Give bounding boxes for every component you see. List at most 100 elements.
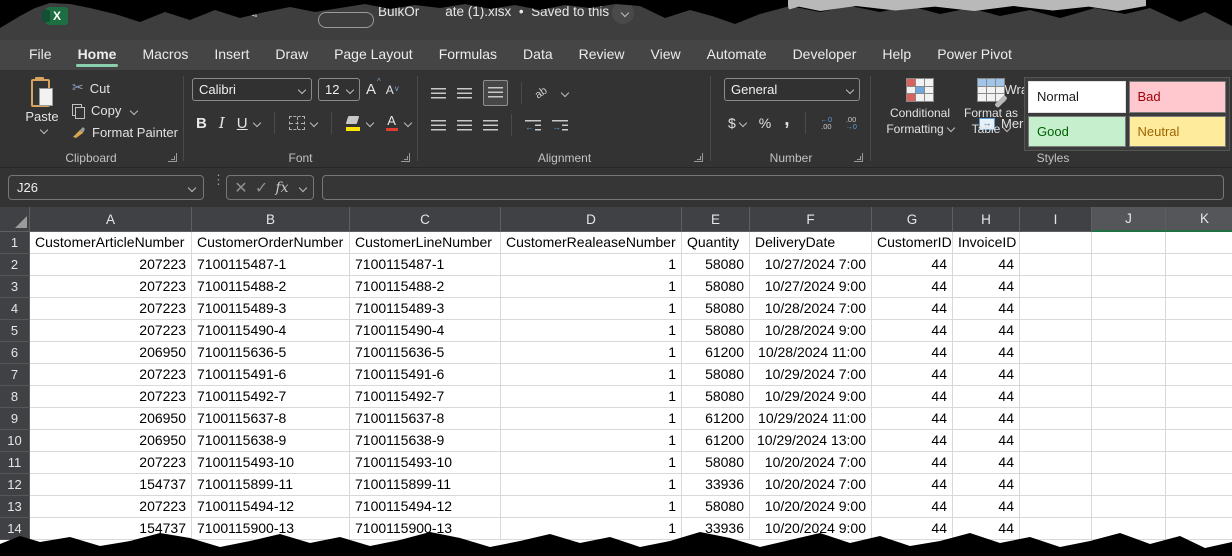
name-box[interactable]: J26 bbox=[8, 175, 204, 200]
column-header-J[interactable]: J bbox=[1092, 207, 1166, 232]
cell-E4[interactable]: 58080 bbox=[682, 298, 750, 320]
cell-B13[interactable]: 7100115494-12 bbox=[192, 496, 350, 518]
cell-H2[interactable]: 44 bbox=[953, 254, 1020, 276]
cell-K7[interactable] bbox=[1166, 364, 1232, 386]
cell-D6[interactable]: 1 bbox=[501, 342, 682, 364]
cell-G14[interactable]: 44 bbox=[872, 518, 953, 540]
cell-A6[interactable]: 206950 bbox=[30, 342, 192, 364]
cell-H9[interactable]: 44 bbox=[953, 408, 1020, 430]
row-header-5[interactable]: 5 bbox=[0, 320, 30, 342]
cell-D11[interactable]: 1 bbox=[501, 452, 682, 474]
increase-decimal-button[interactable]: ←0.00 bbox=[821, 116, 833, 130]
cell-I4[interactable] bbox=[1020, 298, 1092, 320]
cell-F3[interactable]: 10/27/2024 9:00 bbox=[750, 276, 872, 298]
row-header-12[interactable]: 12 bbox=[0, 474, 30, 496]
tab-developer[interactable]: Developer bbox=[780, 40, 870, 70]
tab-home[interactable]: Home bbox=[65, 40, 130, 70]
bottom-align-button[interactable] bbox=[483, 80, 508, 106]
cell-I5[interactable] bbox=[1020, 320, 1092, 342]
cell-D4[interactable]: 1 bbox=[501, 298, 682, 320]
font-size-combo[interactable]: 12 bbox=[318, 78, 360, 101]
pencil-icon[interactable]: ✎ bbox=[246, 4, 259, 22]
cell-I2[interactable] bbox=[1020, 254, 1092, 276]
cell-K11[interactable] bbox=[1166, 452, 1232, 474]
cell-B12[interactable]: 7100115899-11 bbox=[192, 474, 350, 496]
cell-A5[interactable]: 207223 bbox=[30, 320, 192, 342]
cell-A2[interactable]: 207223 bbox=[30, 254, 192, 276]
cell-A1[interactable]: CustomerArticleNumber bbox=[30, 232, 192, 254]
cell-C6[interactable]: 7100115636-5 bbox=[350, 342, 501, 364]
cell-C10[interactable]: 7100115638-9 bbox=[350, 430, 501, 452]
cell-K13[interactable] bbox=[1166, 496, 1232, 518]
italic-button[interactable]: I bbox=[219, 114, 225, 132]
cell-I7[interactable] bbox=[1020, 364, 1092, 386]
cell-G1[interactable]: CustomerID bbox=[872, 232, 953, 254]
row-header-1[interactable]: 1 bbox=[0, 232, 30, 254]
cell-J11[interactable] bbox=[1092, 452, 1166, 474]
cell-G6[interactable]: 44 bbox=[872, 342, 953, 364]
cell-D3[interactable]: 1 bbox=[501, 276, 682, 298]
row-header-7[interactable]: 7 bbox=[0, 364, 30, 386]
cell-H6[interactable]: 44 bbox=[953, 342, 1020, 364]
cell-E5[interactable]: 58080 bbox=[682, 320, 750, 342]
align-right-button[interactable] bbox=[483, 120, 498, 131]
cell-J7[interactable] bbox=[1092, 364, 1166, 386]
cell-C5[interactable]: 7100115490-4 bbox=[350, 320, 501, 342]
cell-E11[interactable]: 58080 bbox=[682, 452, 750, 474]
copy-button[interactable]: Copy bbox=[72, 103, 178, 118]
cell-D10[interactable]: 1 bbox=[501, 430, 682, 452]
cell-I1[interactable] bbox=[1020, 232, 1092, 254]
cell-E13[interactable]: 58080 bbox=[682, 496, 750, 518]
increase-font-size-button[interactable]: A^ bbox=[366, 81, 380, 98]
cell-G5[interactable]: 44 bbox=[872, 320, 953, 342]
style-good[interactable]: Good bbox=[1028, 116, 1126, 148]
top-align-button[interactable] bbox=[431, 88, 446, 99]
cell-C4[interactable]: 7100115489-3 bbox=[350, 298, 501, 320]
column-header-H[interactable]: H bbox=[953, 207, 1020, 232]
formula-input[interactable] bbox=[322, 175, 1224, 200]
select-all-corner[interactable] bbox=[0, 207, 30, 232]
cell-I12[interactable] bbox=[1020, 474, 1092, 496]
cell-F12[interactable]: 10/20/2024 7:00 bbox=[750, 474, 872, 496]
tab-data[interactable]: Data bbox=[510, 40, 566, 70]
column-header-D[interactable]: D bbox=[501, 207, 682, 232]
cell-E1[interactable]: Quantity bbox=[682, 232, 750, 254]
cell-C14[interactable]: 7100115900-13 bbox=[350, 518, 501, 540]
cell-F13[interactable]: 10/20/2024 9:00 bbox=[750, 496, 872, 518]
underline-button[interactable]: U bbox=[237, 115, 248, 132]
cell-E8[interactable]: 58080 bbox=[682, 386, 750, 408]
cell-A7[interactable]: 207223 bbox=[30, 364, 192, 386]
cell-F9[interactable]: 10/29/2024 11:00 bbox=[750, 408, 872, 430]
cell-D14[interactable]: 1 bbox=[501, 518, 682, 540]
row-header-9[interactable]: 9 bbox=[0, 408, 30, 430]
cell-C11[interactable]: 7100115493-10 bbox=[350, 452, 501, 474]
alignment-dialog-launcher[interactable] bbox=[694, 153, 703, 162]
decrease-indent-button[interactable]: ← bbox=[525, 120, 541, 131]
cell-D1[interactable]: CustomerRealeaseNumber bbox=[501, 232, 682, 254]
cell-K10[interactable] bbox=[1166, 430, 1232, 452]
tab-page-layout[interactable]: Page Layout bbox=[321, 40, 426, 70]
cell-H12[interactable]: 44 bbox=[953, 474, 1020, 496]
name-box-resize-handle[interactable]: ⋮ bbox=[212, 176, 225, 184]
cell-A3[interactable]: 207223 bbox=[30, 276, 192, 298]
decrease-decimal-button[interactable]: .00→0 bbox=[845, 116, 857, 130]
cell-G9[interactable]: 44 bbox=[872, 408, 953, 430]
cell-K12[interactable] bbox=[1166, 474, 1232, 496]
style-bad[interactable]: Bad bbox=[1129, 81, 1227, 113]
row-header-10[interactable]: 10 bbox=[0, 430, 30, 452]
cell-B2[interactable]: 7100115487-1 bbox=[192, 254, 350, 276]
clipboard-dialog-launcher[interactable] bbox=[168, 153, 177, 162]
cell-F11[interactable]: 10/20/2024 7:00 bbox=[750, 452, 872, 474]
cell-I14[interactable] bbox=[1020, 518, 1092, 540]
document-title[interactable]: BulkOrate (1).xlsx • Saved to this bbox=[378, 4, 609, 19]
cell-J1[interactable] bbox=[1092, 232, 1166, 254]
cell-C7[interactable]: 7100115491-6 bbox=[350, 364, 501, 386]
cell-K2[interactable] bbox=[1166, 254, 1232, 276]
cell-H14[interactable]: 44 bbox=[953, 518, 1020, 540]
column-header-A[interactable]: A bbox=[30, 207, 192, 232]
percent-style-button[interactable]: % bbox=[759, 115, 771, 131]
column-header-F[interactable]: F bbox=[750, 207, 872, 232]
cell-D2[interactable]: 1 bbox=[501, 254, 682, 276]
cell-E10[interactable]: 61200 bbox=[682, 430, 750, 452]
cell-F8[interactable]: 10/29/2024 9:00 bbox=[750, 386, 872, 408]
